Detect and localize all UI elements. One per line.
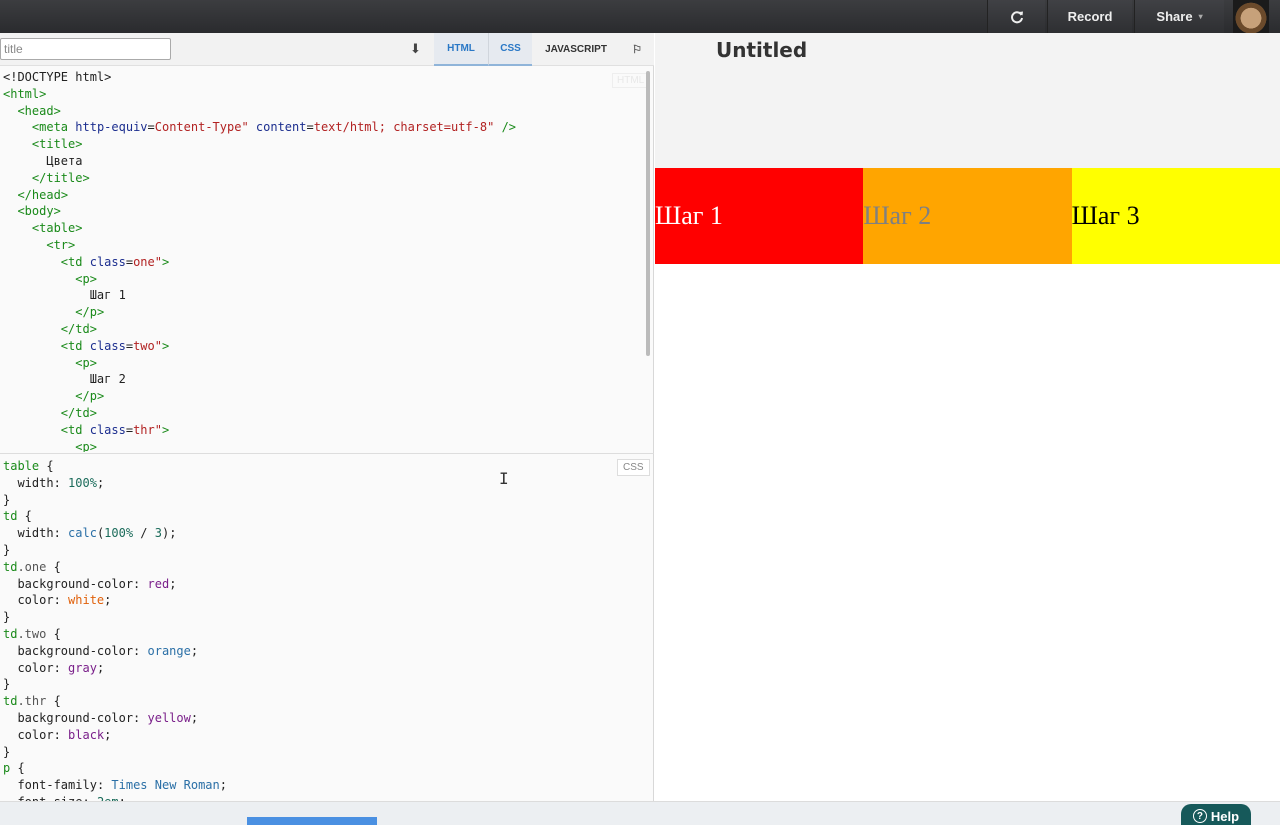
css-editor[interactable]: table { width: 100%;} td { width: calc(10… xyxy=(3,458,643,801)
css-badge: CSS xyxy=(617,459,650,476)
code-line[interactable]: </head> xyxy=(3,187,643,204)
code-line[interactable]: table { xyxy=(3,458,643,475)
code-line[interactable]: Шаг 2 xyxy=(3,371,643,388)
scrollbar[interactable] xyxy=(646,71,650,356)
code-line[interactable]: } xyxy=(3,609,643,626)
code-line[interactable]: <tr> xyxy=(3,237,643,254)
editor-divider[interactable] xyxy=(0,453,654,454)
editor-pane: ⬇ HTML CSS JAVASCRIPT ⚐ <!DOCTYPE html><… xyxy=(0,33,654,801)
code-line[interactable]: <td class=two"> xyxy=(3,338,643,355)
download-arrow-icon[interactable]: ⬇ xyxy=(410,41,421,57)
code-line[interactable]: </td> xyxy=(3,405,643,422)
cell-thr: Шаг 3 xyxy=(1071,168,1280,264)
code-line[interactable]: background-color: yellow; xyxy=(3,710,643,727)
text-cursor-icon: I xyxy=(499,469,509,488)
code-line[interactable]: <p> xyxy=(3,355,643,372)
code-line[interactable]: background-color: orange; xyxy=(3,643,643,660)
share-label: Share xyxy=(1156,9,1193,24)
code-line[interactable]: <title> xyxy=(3,136,643,153)
preview-table: Шаг 1 Шаг 2 Шаг 3 xyxy=(655,168,1280,264)
code-line[interactable]: font-family: Times New Roman; xyxy=(3,777,643,794)
record-label: Record xyxy=(1067,9,1113,24)
code-line[interactable]: <p> xyxy=(3,439,643,452)
code-line[interactable]: </td> xyxy=(3,321,643,338)
tab-css[interactable]: CSS xyxy=(488,33,532,66)
code-line[interactable]: color: black; xyxy=(3,727,643,744)
code-line[interactable]: td.one { xyxy=(3,559,643,576)
code-line[interactable]: Цвета xyxy=(3,153,643,170)
html-editor[interactable]: <!DOCTYPE html> <html> <head> <meta http-… xyxy=(3,69,643,452)
code-line[interactable]: <td class=thr"> xyxy=(3,422,643,439)
help-icon: ? xyxy=(1192,809,1207,823)
code-line[interactable]: <html> xyxy=(3,86,643,103)
code-line[interactable]: td.two { xyxy=(3,626,643,643)
code-line[interactable]: <head> xyxy=(3,103,643,120)
html-badge: HTML xyxy=(612,73,650,88)
code-line[interactable]: } xyxy=(3,676,643,693)
code-line[interactable]: <table> xyxy=(3,220,643,237)
avatar[interactable] xyxy=(1233,0,1269,33)
bottom-bar: ? Help xyxy=(0,801,1280,825)
cell-two: Шаг 2 xyxy=(863,168,1072,264)
code-line[interactable]: color: white; xyxy=(3,592,643,609)
code-line[interactable]: } xyxy=(3,744,643,761)
refresh-button[interactable] xyxy=(987,0,1045,33)
title-input[interactable] xyxy=(0,38,171,60)
code-line[interactable]: </title> xyxy=(3,170,643,187)
flag-icon[interactable]: ⚐ xyxy=(622,33,652,66)
record-button[interactable]: Record xyxy=(1047,0,1132,33)
progress-bar xyxy=(247,817,377,825)
code-line[interactable]: width: calc(100% / 3); xyxy=(3,525,643,542)
code-line[interactable]: color: gray; xyxy=(3,660,643,677)
code-line[interactable]: width: 100%; xyxy=(3,475,643,492)
editor-toolbar: ⬇ HTML CSS JAVASCRIPT ⚐ xyxy=(0,33,654,66)
code-line[interactable]: <meta http-equiv=Content-Type" content=t… xyxy=(3,119,643,136)
code-line[interactable]: <td class=one"> xyxy=(3,254,643,271)
code-line[interactable]: background-color: red; xyxy=(3,576,643,593)
code-line[interactable]: <body> xyxy=(3,203,643,220)
code-line[interactable]: } xyxy=(3,542,643,559)
cell-one: Шаг 1 xyxy=(655,168,864,264)
code-line[interactable]: } xyxy=(3,492,643,509)
code-line[interactable]: </p> xyxy=(3,388,643,405)
code-line[interactable]: <p> xyxy=(3,271,643,288)
preview-header: Untitled xyxy=(655,33,1280,168)
code-line[interactable]: Шаг 1 xyxy=(3,287,643,304)
code-line[interactable]: font-size: 2em; xyxy=(3,794,643,801)
help-button[interactable]: ? Help xyxy=(1181,804,1251,825)
top-bar: Record Share ▾ xyxy=(0,0,1280,33)
code-line[interactable]: </p> xyxy=(3,304,643,321)
code-line[interactable]: td.thr { xyxy=(3,693,643,710)
tab-javascript[interactable]: JAVASCRIPT xyxy=(532,33,620,66)
chevron-down-icon: ▾ xyxy=(1198,12,1203,21)
page-title: Untitled xyxy=(716,38,808,62)
tab-html[interactable]: HTML xyxy=(434,33,488,66)
code-line[interactable]: p { xyxy=(3,760,643,777)
code-line[interactable]: <!DOCTYPE html> xyxy=(3,69,643,86)
code-line[interactable]: td { xyxy=(3,508,643,525)
help-label: Help xyxy=(1210,808,1240,824)
refresh-icon xyxy=(1010,10,1023,23)
share-button[interactable]: Share ▾ xyxy=(1134,0,1224,33)
preview-pane: Untitled Шаг 1 Шаг 2 Шаг 3 xyxy=(655,33,1280,801)
